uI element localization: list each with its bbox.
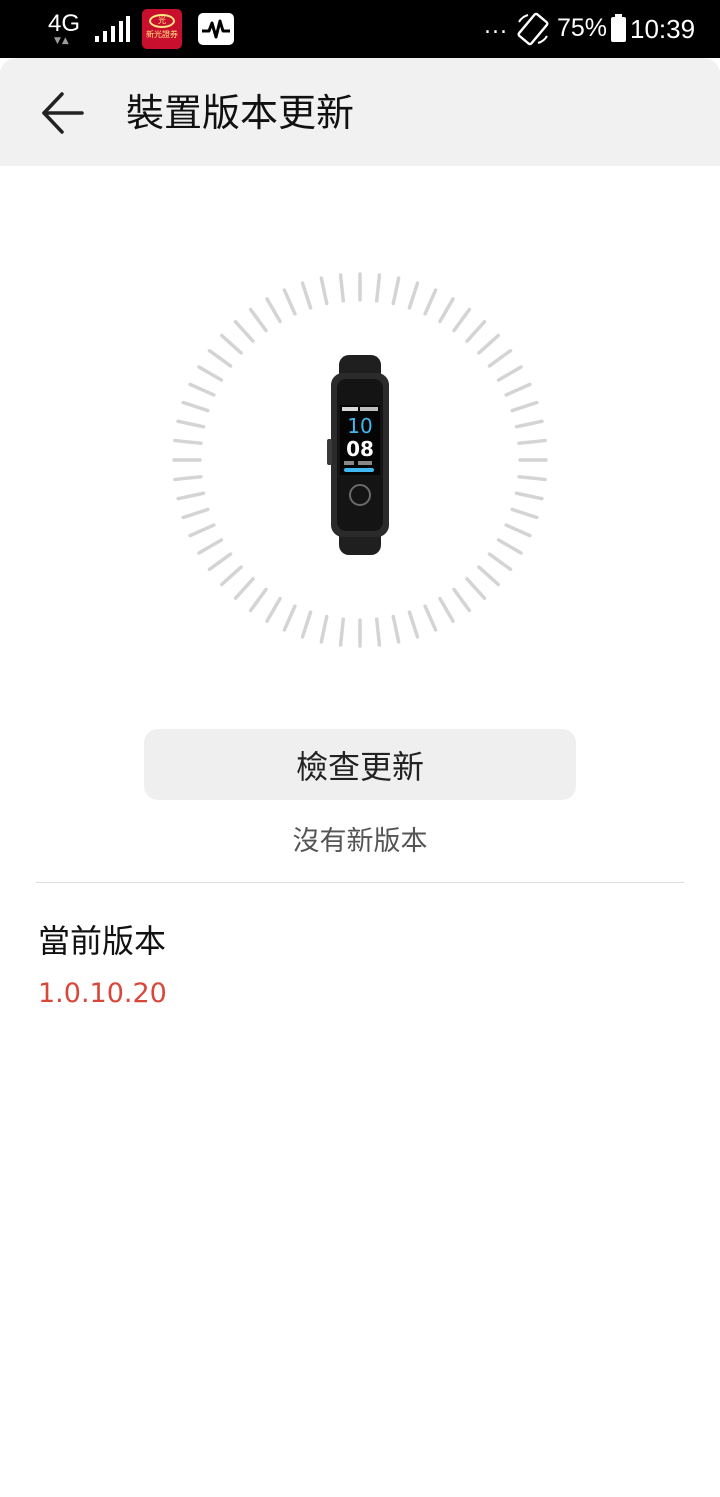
battery-icon	[611, 14, 626, 42]
tick-mark	[514, 491, 544, 501]
device-illustration: 10 08	[160, 260, 560, 660]
tick-mark	[220, 333, 243, 355]
app-bar: 裝置版本更新	[0, 58, 720, 166]
band-screen-hour: 10	[347, 414, 372, 438]
tick-mark	[487, 552, 513, 572]
tick-mark	[423, 604, 438, 632]
tick-mark	[319, 614, 329, 644]
tick-mark	[282, 604, 297, 632]
tick-mark	[207, 552, 233, 572]
tick-mark	[517, 474, 547, 482]
tick-mark	[233, 577, 255, 600]
tick-mark	[487, 348, 513, 368]
back-button[interactable]	[36, 88, 88, 138]
status-bar: 4G ▼▲ 光 新光證券 ... 75% 10:39	[0, 0, 720, 58]
tick-mark	[391, 614, 401, 644]
tick-mark	[173, 474, 203, 482]
tick-mark	[188, 523, 216, 538]
tick-mark	[391, 276, 401, 306]
tick-mark	[248, 587, 268, 613]
tick-mark	[265, 297, 282, 324]
tick-mark	[438, 596, 455, 623]
tick-mark	[496, 365, 523, 382]
tick-mark	[300, 610, 313, 639]
tick-mark	[510, 400, 539, 413]
tick-mark	[465, 577, 487, 600]
tick-mark	[197, 538, 224, 555]
tick-mark	[477, 565, 500, 587]
network-type: 4G	[48, 10, 81, 37]
current-version-label: 當前版本	[38, 922, 167, 960]
divider	[36, 882, 684, 883]
tick-mark	[504, 382, 532, 397]
update-status-text: 沒有新版本	[292, 826, 428, 857]
signal-strength-icon	[95, 16, 130, 42]
tick-mark	[423, 288, 438, 316]
tick-mark	[477, 333, 500, 355]
tick-mark	[233, 320, 255, 343]
smart-band-icon: 10 08	[327, 355, 389, 555]
tick-mark	[338, 617, 346, 647]
tick-mark	[265, 596, 282, 623]
arrow-left-icon	[42, 92, 84, 134]
tick-mark	[181, 507, 210, 520]
tick-mark	[319, 276, 329, 306]
current-version-value: 1.0.10.20	[38, 978, 167, 1009]
clock: 10:39	[630, 14, 696, 44]
tick-mark	[517, 438, 547, 446]
tick-mark	[197, 365, 224, 382]
tick-mark	[504, 523, 532, 538]
tick-mark	[496, 538, 523, 555]
battery-percent: 75%	[557, 14, 608, 42]
tick-mark	[407, 610, 420, 639]
tick-mark	[452, 587, 472, 613]
page-title: 裝置版本更新	[126, 91, 355, 135]
auto-rotate-icon	[517, 12, 549, 46]
tick-mark	[438, 297, 455, 324]
tick-mark	[465, 320, 487, 343]
tick-mark	[173, 438, 203, 446]
tick-mark	[176, 419, 206, 429]
check-update-button[interactable]: 檢查更新	[144, 729, 576, 800]
securities-app-icon: 光 新光證券	[142, 9, 182, 49]
tick-mark	[514, 419, 544, 429]
tick-mark	[181, 400, 210, 413]
band-screen-minute: 08	[346, 437, 374, 461]
activity-app-icon	[198, 13, 234, 45]
tick-mark	[176, 491, 206, 501]
securities-app-label: 新光證券	[146, 30, 178, 39]
data-activity-icon: ▼▲	[54, 36, 70, 46]
tick-mark	[300, 281, 313, 310]
tick-mark	[248, 307, 268, 333]
tick-mark	[510, 507, 539, 520]
tick-mark	[188, 382, 216, 397]
tick-mark	[282, 288, 297, 316]
tick-mark	[374, 273, 382, 303]
tick-mark	[407, 281, 420, 310]
tick-mark	[338, 273, 346, 303]
tick-mark	[207, 348, 233, 368]
tick-mark	[220, 565, 243, 587]
tick-mark	[374, 617, 382, 647]
more-notifications-icon: ...	[484, 14, 508, 39]
tick-mark	[452, 307, 472, 333]
